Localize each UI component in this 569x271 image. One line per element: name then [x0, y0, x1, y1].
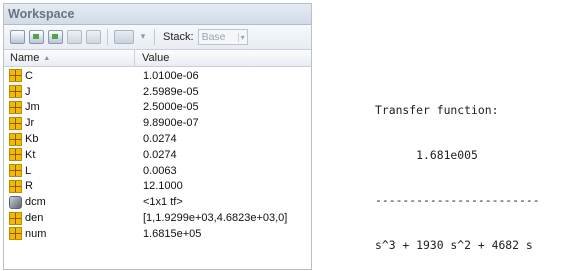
- toolbar-separator: [154, 29, 155, 45]
- matrix-icon: [9, 211, 22, 225]
- variable-name: num: [25, 227, 47, 240]
- variable-value: 2.5989e-05: [143, 85, 199, 98]
- transfer-function-denominator: s^3 + 1930 s^2 + 4682 s: [375, 238, 533, 252]
- variable-name: R: [25, 180, 33, 193]
- table-row[interactable]: C 1.0100e-06: [4, 68, 311, 84]
- plot-selector-icon[interactable]: [114, 30, 134, 44]
- transfer-function-output: Transfer function: 1.681e005 -----------…: [375, 73, 540, 268]
- variable-value: 9.8900e-07: [143, 117, 199, 130]
- transfer-function-numerator: 1.681e005: [375, 148, 478, 162]
- variable-name: J: [25, 85, 31, 98]
- matrix-icon: [9, 85, 22, 99]
- column-header-name[interactable]: Name ▲: [4, 50, 135, 66]
- table-row[interactable]: Jr 9.8900e-07: [4, 115, 311, 131]
- dropdown-arrow-icon[interactable]: ▾: [138, 32, 148, 42]
- table-row[interactable]: den [1,1.9299e+03,4.6823e+03,0]: [4, 210, 311, 226]
- column-header-name-label: Name: [10, 52, 40, 64]
- matrix-icon: [9, 132, 22, 146]
- variable-name: Kb: [25, 133, 39, 146]
- matrix-icon: [9, 227, 22, 241]
- variable-name: C: [25, 69, 33, 82]
- variable-value: <1x1 tf>: [143, 196, 183, 209]
- matrix-icon: [9, 100, 22, 114]
- table-row[interactable]: Jm 2.5000e-05: [4, 100, 311, 116]
- toolbar-separator: [107, 29, 108, 45]
- chevron-down-icon: ▾: [237, 32, 245, 42]
- table-row[interactable]: R 12.1000: [4, 179, 311, 195]
- table-row[interactable]: dcm <1x1 tf>: [4, 194, 311, 210]
- column-header-value[interactable]: Value: [135, 50, 169, 66]
- stack-select[interactable]: Base ▾: [197, 29, 248, 45]
- new-variable-icon[interactable]: [10, 30, 25, 44]
- workspace-title: Workspace: [4, 4, 311, 25]
- variable-name: den: [25, 212, 44, 225]
- variable-name: dcm: [25, 196, 46, 209]
- sort-ascending-icon: ▲: [43, 54, 51, 62]
- variable-value: 12.1000: [143, 180, 183, 193]
- variable-value: 2.5000e-05: [143, 101, 199, 114]
- table-row[interactable]: Kt 0.0274: [4, 147, 311, 163]
- variable-value: [1,1.9299e+03,4.6823e+03,0]: [143, 212, 288, 225]
- table-row[interactable]: J 2.5989e-05: [4, 84, 311, 100]
- variable-name: Jm: [25, 101, 40, 114]
- save-workspace-icon[interactable]: [48, 30, 63, 44]
- delete-icon[interactable]: [86, 30, 101, 44]
- variable-value: 0.0274: [143, 148, 177, 161]
- workspace-toolbar: ▾ Stack: Base ▾: [4, 25, 311, 50]
- matrix-icon: [9, 116, 22, 130]
- matrix-icon: [9, 69, 22, 83]
- column-header-value-label: Value: [142, 52, 170, 64]
- object-icon: [9, 195, 22, 209]
- table-row[interactable]: L 0.0063: [4, 163, 311, 179]
- variable-value: 1.0100e-06: [143, 69, 199, 82]
- variable-value: 0.0274: [143, 133, 177, 146]
- print-icon[interactable]: [67, 30, 82, 44]
- matrix-icon: [9, 179, 22, 193]
- transfer-function-divider: ------------------------: [375, 193, 540, 207]
- variable-value: 0.0063: [143, 164, 177, 177]
- transfer-function-header: Transfer function:: [375, 103, 499, 117]
- variable-name: Jr: [25, 117, 35, 130]
- matrix-icon: [9, 164, 22, 178]
- column-header-row: Name ▲ Value: [4, 50, 311, 67]
- table-row[interactable]: Kb 0.0274: [4, 131, 311, 147]
- variable-value: 1.6815e+05: [143, 227, 202, 240]
- matrix-icon: [9, 148, 22, 162]
- stack-select-value: Base: [201, 31, 226, 43]
- variable-list: C 1.0100e-06 J 2.5989e-05 Jm 2.5000e-05 …: [4, 67, 311, 242]
- import-data-icon[interactable]: [29, 30, 44, 44]
- table-row[interactable]: num 1.6815e+05: [4, 226, 311, 242]
- variable-name: L: [25, 164, 32, 177]
- workspace-panel: Workspace ▾ Stack: Base ▾ Name ▲ Value C…: [3, 3, 312, 270]
- variable-name: Kt: [25, 148, 36, 161]
- stack-label: Stack:: [163, 31, 194, 43]
